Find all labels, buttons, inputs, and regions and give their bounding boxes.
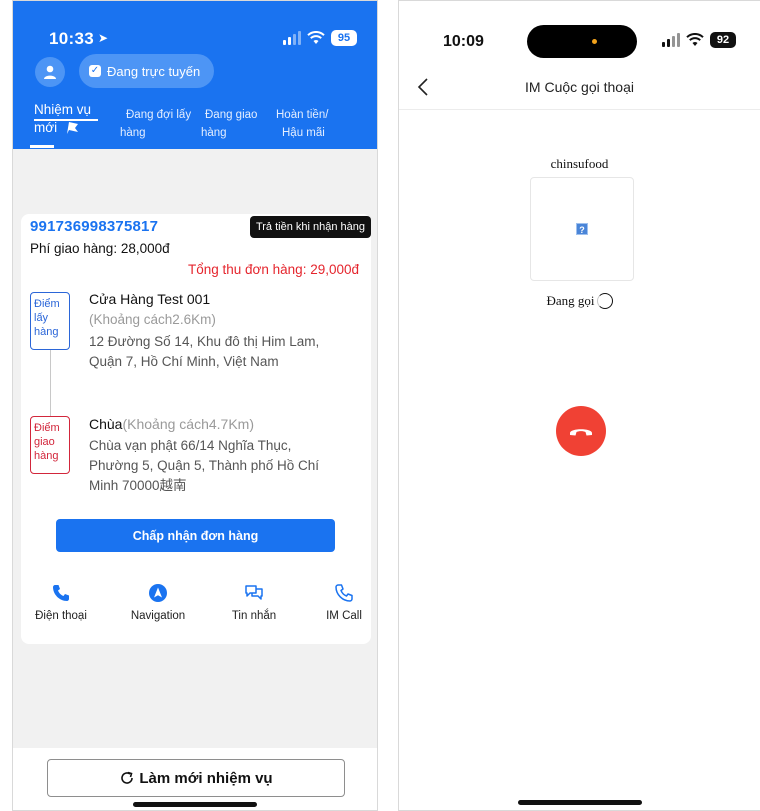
- tab-delivering[interactable]: Đang giao hàng: [201, 106, 258, 142]
- call-icon: [335, 584, 353, 602]
- task-tabs: Nhiệm vụ mới Đang đợi lấy hàng Đang giao…: [13, 101, 377, 147]
- user-icon: [44, 65, 56, 79]
- location-arrow-icon: ➤: [97, 31, 109, 45]
- action-label: Navigation: [130, 610, 186, 622]
- pickup-address-line: 12 Đường Số 14, Khu đô thị Him Lam,: [89, 334, 320, 349]
- chat-icon: [245, 585, 263, 600]
- dropoff-address-line: Phường 5, Quận 5, Thành phố Hồ Chí: [89, 458, 320, 473]
- tag-line: Điểm: [34, 422, 60, 434]
- navigation-action[interactable]: Navigation: [118, 582, 198, 622]
- tab-label: Nhiệm vụ: [34, 102, 92, 117]
- home-indicator[interactable]: [133, 802, 257, 807]
- pickup-distance: (Khoảng cách2.6Km): [89, 312, 216, 327]
- tab-label: Hoàn tiền/: [276, 109, 329, 121]
- tab-label: mới: [34, 120, 58, 135]
- dropoff-name-row: Chùa(Khoảng cách4.7Km): [89, 416, 254, 432]
- tab-label: Đang giao: [205, 109, 258, 121]
- call-status: Đang gọi: [546, 293, 595, 308]
- delivery-app-screen: 10:33 ➤ 95 ✓ Đang trực tuyến Nhiệm vụ mớ…: [12, 0, 378, 811]
- cellular-signal-icon: [283, 31, 301, 45]
- status-bar: 10:33 ➤ 95: [13, 28, 377, 52]
- flag-icon: [67, 122, 79, 134]
- order-card[interactable]: 991736998375817 Trả tiền khi nhận hàng P…: [21, 214, 371, 644]
- shipping-fee: Phí giao hàng: 28,000đ: [30, 241, 170, 256]
- status-icons: 95: [283, 30, 357, 46]
- im-call-action[interactable]: IM Call: [304, 582, 377, 622]
- online-status-toggle[interactable]: ✓ Đang trực tuyến: [79, 54, 215, 88]
- call-status-row: Đang gọi: [399, 293, 760, 309]
- privacy-dot-icon: [592, 39, 597, 44]
- tag-line: hàng: [34, 326, 59, 338]
- refresh-icon: [121, 771, 134, 784]
- checkmark-icon: ✓: [89, 65, 101, 77]
- dropoff-address-line: Minh 70000越南: [89, 478, 187, 493]
- pickup-address-line: Quận 7, Hồ Chí Minh, Việt Nam: [89, 354, 279, 369]
- home-indicator[interactable]: [517, 800, 642, 805]
- avatar[interactable]: [35, 57, 65, 87]
- page-title: IM Cuộc gọi thoại: [525, 79, 634, 95]
- tag-line: giao: [34, 436, 55, 448]
- caller-name: chinsufood: [550, 156, 609, 171]
- order-id[interactable]: 991736998375817: [30, 218, 158, 235]
- cellular-signal-icon: [662, 33, 680, 47]
- tab-label: Đang đợi lấy: [126, 109, 192, 121]
- tag-line: lấy: [34, 312, 49, 324]
- status-time: 10:33 ➤: [49, 29, 108, 49]
- app-header: 10:33 ➤ 95 ✓ Đang trực tuyến Nhiệm vụ mớ…: [13, 1, 377, 149]
- status-time: 10:09: [443, 33, 484, 50]
- pickup-store-name: Cửa Hàng Test 001: [89, 291, 211, 307]
- loading-spinner-icon: [596, 293, 613, 309]
- nav-divider: [399, 109, 760, 110]
- action-label: Tin nhắn: [231, 610, 277, 622]
- end-call-icon: [570, 429, 592, 436]
- navigation-icon: [149, 584, 167, 602]
- order-total: Tổng thu đơn hàng: 29,000đ: [188, 262, 359, 277]
- hang-up-button[interactable]: [556, 406, 606, 456]
- tab-label: hàng: [120, 127, 146, 139]
- wifi-icon: [307, 31, 325, 44]
- phone-action[interactable]: Điện thoại: [21, 582, 101, 622]
- wifi-icon: [686, 33, 704, 46]
- tab-label: hàng: [201, 127, 227, 139]
- pickup-point-tag: Điểm lấy hàng: [30, 292, 70, 350]
- accept-order-button[interactable]: Chấp nhận đơn hàng: [56, 519, 335, 552]
- action-label: IM Call: [326, 610, 362, 622]
- battery-indicator: 95: [331, 30, 357, 46]
- bottom-bar: Làm mới nhiệm vụ: [13, 748, 377, 810]
- dropoff-point-tag: Điểm giao hàng: [30, 416, 70, 474]
- tag-line: hàng: [34, 450, 59, 462]
- tab-refund-aftersales[interactable]: Hoàn tiền/ Hậu mãi: [276, 106, 328, 142]
- active-tab-indicator: [30, 145, 54, 148]
- tag-line: Điểm: [34, 298, 60, 310]
- battery-indicator: 92: [710, 32, 736, 48]
- dropoff-distance: (Khoảng cách4.7Km): [122, 416, 254, 432]
- route-connector-line: [50, 350, 51, 416]
- caller-avatar: ?: [530, 177, 634, 281]
- refresh-tasks-button[interactable]: Làm mới nhiệm vụ: [47, 759, 345, 797]
- refresh-label: Làm mới nhiệm vụ: [139, 769, 273, 787]
- broken-image-icon: ?: [576, 223, 588, 235]
- status-icons: 92: [662, 32, 736, 48]
- dropoff-name: Chùa: [89, 416, 123, 432]
- dropoff-address-line: Chùa vạn phật 66/14 Nghĩa Thục,: [89, 438, 292, 453]
- message-action[interactable]: Tin nhắn: [214, 582, 294, 622]
- action-label: Điện thoại: [35, 610, 87, 622]
- status-time-text: 10:33: [49, 29, 94, 48]
- online-status-label: Đang trực tuyến: [107, 63, 201, 79]
- tab-label: Hậu mãi: [282, 127, 325, 139]
- active-tab-underline: [34, 119, 98, 121]
- payment-method-badge: Trả tiền khi nhận hàng: [249, 216, 371, 238]
- phone-icon: [53, 585, 69, 601]
- im-voice-call-screen: 10:09 92 IM Cuộc gọi thoại chinsufood ? …: [398, 0, 760, 811]
- dynamic-island: [527, 25, 637, 58]
- tab-awaiting-pickup[interactable]: Đang đợi lấy hàng: [120, 106, 192, 142]
